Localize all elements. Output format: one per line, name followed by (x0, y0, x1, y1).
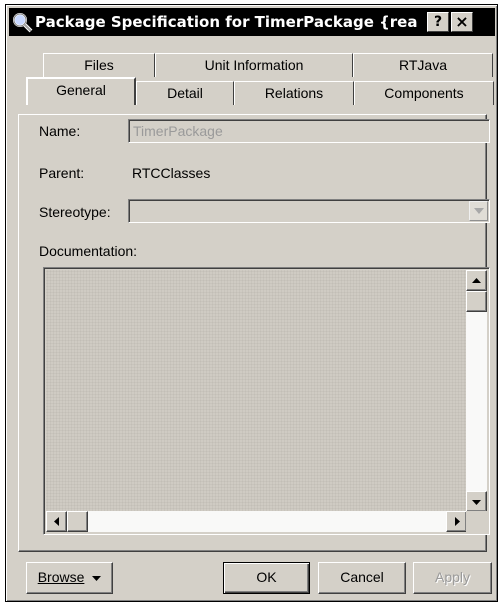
stereotype-dropdown-button[interactable] (469, 201, 488, 221)
tab-label: RTJava (399, 57, 447, 73)
tab-components[interactable]: Components (354, 81, 494, 105)
horizontal-scroll-thumb[interactable] (67, 511, 88, 532)
title-bar[interactable]: Package Specification for TimerPackage {… (9, 8, 495, 36)
name-value: TimerPackage (133, 123, 223, 139)
browse-label: Browse (37, 569, 85, 585)
tab-unit-information[interactable]: Unit Information (155, 53, 353, 77)
tab-files[interactable]: Files (43, 53, 155, 77)
triangle-up-icon (472, 278, 481, 283)
tab-label: General (56, 82, 106, 98)
parent-value: RTCClasses (132, 165, 211, 181)
window-title: Package Specification for TimerPackage {… (35, 13, 417, 31)
tab-general[interactable]: General (26, 77, 136, 105)
cancel-label: Cancel (340, 569, 384, 585)
help-button[interactable]: ? (427, 12, 449, 32)
tab-rtjava[interactable]: RTJava (353, 53, 493, 77)
triangle-down-icon (472, 500, 481, 505)
triangle-down-icon (92, 575, 102, 581)
horizontal-scrollbar[interactable] (46, 511, 467, 532)
apply-button[interactable]: Apply (413, 562, 492, 594)
browse-button[interactable]: Browse (26, 562, 113, 594)
ok-label: OK (256, 569, 277, 585)
triangle-down-icon (474, 208, 484, 214)
triangle-right-icon (455, 517, 460, 526)
close-button[interactable]: × (451, 12, 473, 32)
tab-label: Unit Information (204, 57, 304, 73)
name-label: Name: (39, 123, 81, 139)
vertical-scrollbar[interactable] (466, 270, 487, 512)
name-field[interactable]: TimerPackage (128, 119, 490, 143)
apply-label: Apply (434, 569, 471, 585)
cancel-button[interactable]: Cancel (318, 562, 406, 594)
documentation-textarea[interactable] (43, 267, 490, 535)
tab-relations[interactable]: Relations (234, 81, 354, 105)
tab-label: Files (84, 57, 114, 73)
tab-label: Components (384, 85, 464, 101)
parent-label: Parent: (39, 165, 85, 181)
tab-detail[interactable]: Detail (136, 81, 234, 105)
scroll-up-button[interactable] (466, 270, 487, 291)
triangle-left-icon (54, 517, 59, 526)
scroll-right-button[interactable] (446, 511, 467, 532)
magnifier-icon (13, 13, 33, 33)
scrollbar-corner (466, 511, 487, 532)
tab-label: Relations (264, 85, 324, 101)
documentation-label: Documentation: (39, 243, 138, 259)
package-specification-dialog: Package Specification for TimerPackage {… (5, 4, 498, 602)
ok-button[interactable]: OK (223, 562, 310, 594)
documentation-text-area[interactable] (46, 270, 467, 512)
vertical-scroll-thumb[interactable] (466, 291, 487, 312)
tab-label: Detail (167, 85, 203, 101)
scroll-left-button[interactable] (46, 511, 67, 532)
stereotype-select[interactable] (128, 199, 490, 223)
stereotype-label: Stereotype: (39, 204, 111, 220)
scroll-down-button[interactable] (466, 491, 487, 512)
